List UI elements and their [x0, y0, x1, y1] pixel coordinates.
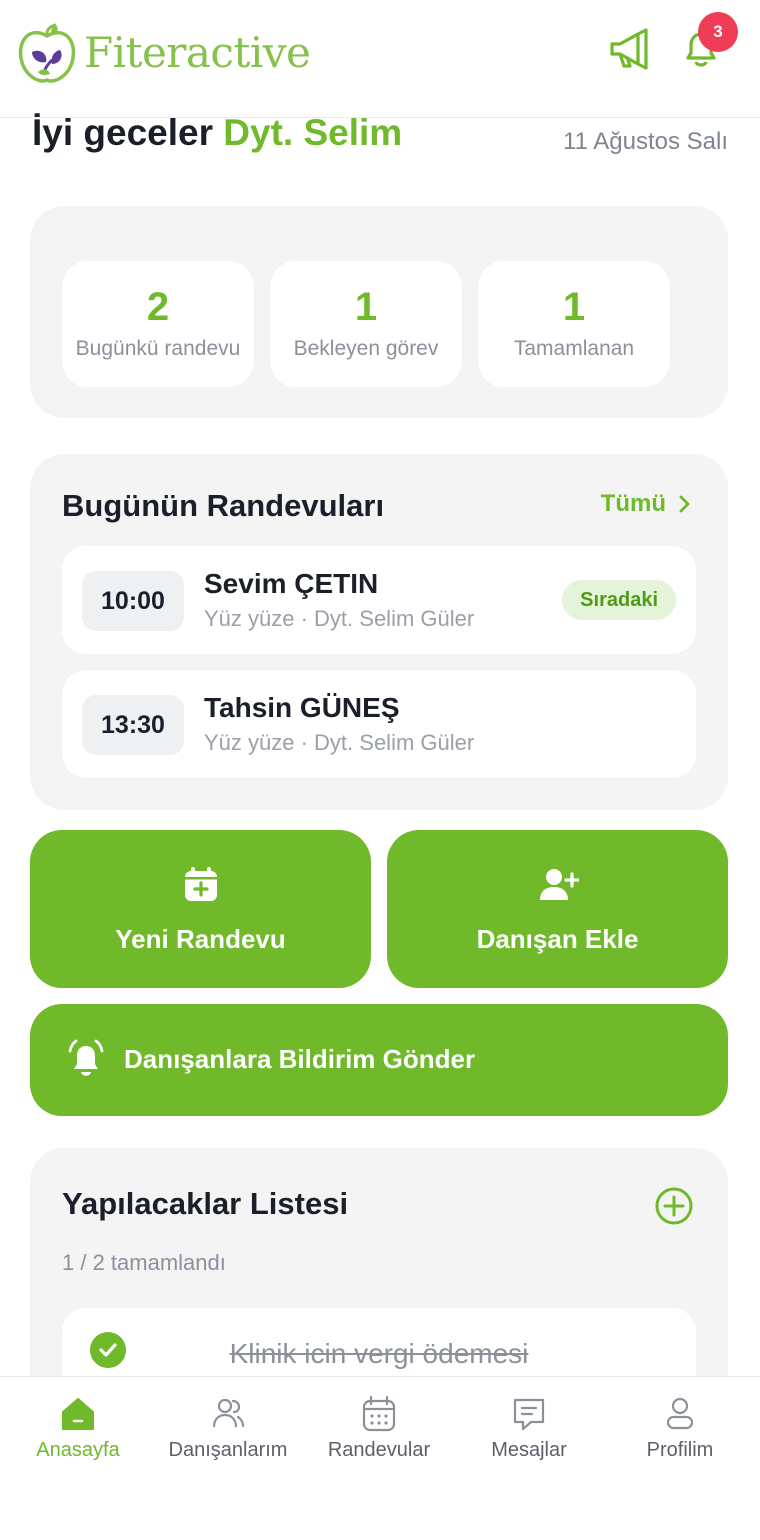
todo-item-text: Klinik icin vergi ödemesi [229, 1338, 529, 1369]
appointment-meta: Yüz yüze · Dyt. Selim Güler [204, 730, 475, 755]
bell-ring-icon [68, 1039, 104, 1076]
add-client-button[interactable]: Danışan Ekle [387, 830, 728, 988]
logo-icon [18, 23, 76, 83]
new-appointment-label: Yeni Randevu [115, 924, 286, 954]
appointment-meta: Yüz yüze · Dyt. Selim Güler [204, 606, 475, 631]
send-notification-button[interactable]: Danışanlara Bildirim Gönder [30, 1004, 728, 1116]
tab-home[interactable]: Anasayfa [2, 1377, 154, 1487]
brand-name: Fiteractive [84, 28, 311, 77]
message-icon [513, 1398, 545, 1431]
tab-appointments[interactable]: Randevular [303, 1377, 455, 1487]
calendar-icon [362, 1395, 396, 1432]
home-icon [62, 1398, 94, 1430]
stat-today-appointments[interactable]: 2 Bugünkü randevu [62, 261, 254, 387]
greeting-prefix: İyi geceler [32, 112, 214, 153]
users-icon [212, 1398, 245, 1428]
notification-badge: 3 [698, 12, 738, 52]
greeting: İyi geceler Dyt. Selim [32, 112, 402, 154]
todays-appointments-card: Bugünün Randevuları Tümü 10:00 Sevim ÇET… [30, 454, 728, 810]
appointment-client-name: Sevim ÇETIN [204, 568, 379, 599]
appointment-item[interactable]: 13:30 Tahsin GÜNEŞ Yüz yüze · Dyt. Selim… [62, 670, 696, 778]
bottom-tab-bar: Anasayfa Danışanlarım Randevular Mesajla… [0, 1376, 760, 1540]
see-all-link[interactable]: Tümü [601, 490, 692, 518]
appointment-item[interactable]: 10:00 Sevim ÇETIN Yüz yüze · Dyt. Selim … [62, 546, 696, 654]
next-badge: Sıradaki [562, 580, 676, 620]
appointment-time: 10:00 [82, 571, 184, 631]
send-notification-label: Danışanlara Bildirim Gönder [124, 1044, 476, 1074]
top-bar: Fiteractive 3 [0, 0, 760, 118]
tab-profile[interactable]: Profilim [604, 1377, 756, 1487]
appointment-client-name: Tahsin GÜNEŞ [204, 692, 400, 723]
chevron-right-icon [679, 495, 690, 513]
stats-card: 2 Bugünkü randevu 1 Bekleyen görev 1 Tam… [30, 206, 728, 418]
stat-label: Bekleyen görev [293, 337, 439, 360]
tab-label: Mesajlar [491, 1439, 567, 1461]
megaphone-icon[interactable] [606, 24, 656, 74]
stat-completed[interactable]: 1 Tamamlanan [478, 261, 670, 387]
stat-label: Bugünkü randevu [75, 337, 241, 360]
appointments-title: Bugünün Randevuları [62, 488, 385, 523]
new-appointment-button[interactable]: Yeni Randevu [30, 830, 371, 988]
todo-progress: 1 / 2 tamamlandı [62, 1250, 226, 1275]
stat-value: 1 [354, 285, 378, 329]
appointment-time: 13:30 [82, 695, 184, 755]
tab-label: Profilim [646, 1439, 714, 1461]
date-label: 11 Ağustos Salı [563, 128, 728, 155]
greeting-name: Dyt. Selim [223, 112, 403, 153]
add-circle-icon[interactable] [654, 1186, 694, 1226]
calendar-plus-icon [184, 867, 217, 901]
todo-title: Yapılacaklar Listesi [62, 1186, 349, 1221]
stat-label: Tamamlanan [513, 337, 635, 360]
add-client-label: Danışan Ekle [476, 924, 639, 954]
tab-messages[interactable]: Mesajlar [453, 1377, 605, 1487]
tab-label: Danışanlarım [168, 1439, 288, 1461]
stat-value: 2 [146, 285, 170, 329]
tab-label: Anasayfa [36, 1439, 120, 1461]
stat-value: 1 [562, 285, 586, 329]
tab-label: Randevular [327, 1439, 431, 1461]
stat-pending-tasks[interactable]: 1 Bekleyen görev [270, 261, 462, 387]
user-plus-icon [539, 869, 579, 900]
profile-icon [666, 1397, 694, 1430]
see-all-label: Tümü [600, 490, 666, 517]
tab-clients[interactable]: Danışanlarım [152, 1377, 304, 1487]
